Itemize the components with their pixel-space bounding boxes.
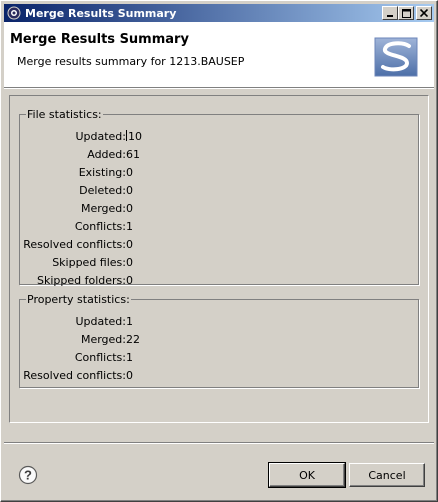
close-icon <box>420 9 428 17</box>
text-caret <box>126 130 127 141</box>
file-stat-row: Skipped files: 0 <box>20 256 320 272</box>
file-stat-label: Skipped folders: <box>37 274 126 287</box>
file-stat-label: Merged: <box>80 202 126 215</box>
file-stat-row: Merged: 0 <box>20 202 320 218</box>
file-stat-row: Conflicts: 1 <box>20 220 320 236</box>
file-stat-row: Existing: 0 <box>20 166 320 182</box>
file-stat-label: Deleted: <box>79 184 126 197</box>
file-stat-value: 0 <box>126 238 133 251</box>
file-stat-label: Conflicts: <box>74 220 126 233</box>
cancel-button[interactable]: Cancel <box>349 463 425 487</box>
file-stat-label: Updated: <box>75 130 126 143</box>
file-stat-value: 0 <box>126 166 133 179</box>
file-stat-value: 1 <box>126 220 133 233</box>
merge-results-dialog: Merge Results Summary Merge Results Summ… <box>0 0 438 502</box>
eclipse-app-icon <box>7 6 21 20</box>
file-stat-value: 0 <box>126 202 133 215</box>
property-statistics-group: Property statistics: Updated: 1 Merged: … <box>19 293 419 388</box>
maximize-button[interactable] <box>398 6 414 20</box>
file-stat-row: Deleted: 0 <box>20 184 320 200</box>
help-icon[interactable]: ? <box>18 465 38 485</box>
property-stat-label: Resolved conflicts: <box>23 369 126 382</box>
file-stat-row: Skipped folders: 0 <box>20 274 320 290</box>
file-stat-value: 0 <box>126 274 133 287</box>
header-title: Merge Results Summary <box>10 32 189 47</box>
property-stat-row: Merged: 22 <box>20 333 320 349</box>
property-stat-value: 22 <box>126 333 140 346</box>
file-stat-value: 61 <box>126 148 140 161</box>
property-stat-value: 0 <box>126 369 133 382</box>
svg-text:?: ? <box>24 468 32 483</box>
file-stat-label: Added: <box>87 148 126 161</box>
header-message: Merge results summary for 1213.BAUSEP <box>17 55 245 68</box>
close-button[interactable] <box>416 6 432 20</box>
property-stat-value: 1 <box>126 315 133 328</box>
minimize-icon <box>387 15 393 17</box>
file-stat-value: 0 <box>126 184 133 197</box>
file-statistics-group: File statistics: Updated: 10 Added: 61 E… <box>19 108 419 287</box>
file-stat-row: Added: 61 <box>20 148 320 164</box>
file-stat-value: 10 <box>126 130 142 143</box>
property-stat-row: Resolved conflicts: 0 <box>20 369 320 385</box>
subversion-logo-icon <box>374 37 418 77</box>
title-bar[interactable]: Merge Results Summary <box>4 4 434 22</box>
file-stat-row: Resolved conflicts: 0 <box>20 238 320 254</box>
file-stat-row: Updated: 10 <box>20 130 320 146</box>
ok-button[interactable]: OK <box>268 462 346 488</box>
statistics-panel: File statistics: Updated: 10 Added: 61 E… <box>9 95 429 423</box>
property-stat-row: Updated: 1 <box>20 315 320 331</box>
property-stat-label: Conflicts: <box>74 351 126 364</box>
file-stat-label: Resolved conflicts: <box>23 238 126 251</box>
file-stat-label: Existing: <box>78 166 126 179</box>
maximize-icon <box>401 8 411 18</box>
property-stat-label: Updated: <box>75 315 126 328</box>
minimize-button[interactable] <box>382 6 398 20</box>
file-stat-value: 0 <box>126 256 133 269</box>
property-stat-row: Conflicts: 1 <box>20 351 320 367</box>
button-bar-separator-highlight <box>4 443 434 444</box>
property-stat-label: Merged: <box>80 333 126 346</box>
file-stat-label: Skipped files: <box>52 256 126 269</box>
window-title: Merge Results Summary <box>25 6 177 20</box>
header-separator <box>4 88 434 89</box>
property-stat-value: 1 <box>126 351 133 364</box>
file-statistics-legend: File statistics: <box>27 108 102 121</box>
property-statistics-legend: Property statistics: <box>27 293 130 306</box>
dialog-header: Merge Results Summary Merge results summ… <box>4 22 434 88</box>
